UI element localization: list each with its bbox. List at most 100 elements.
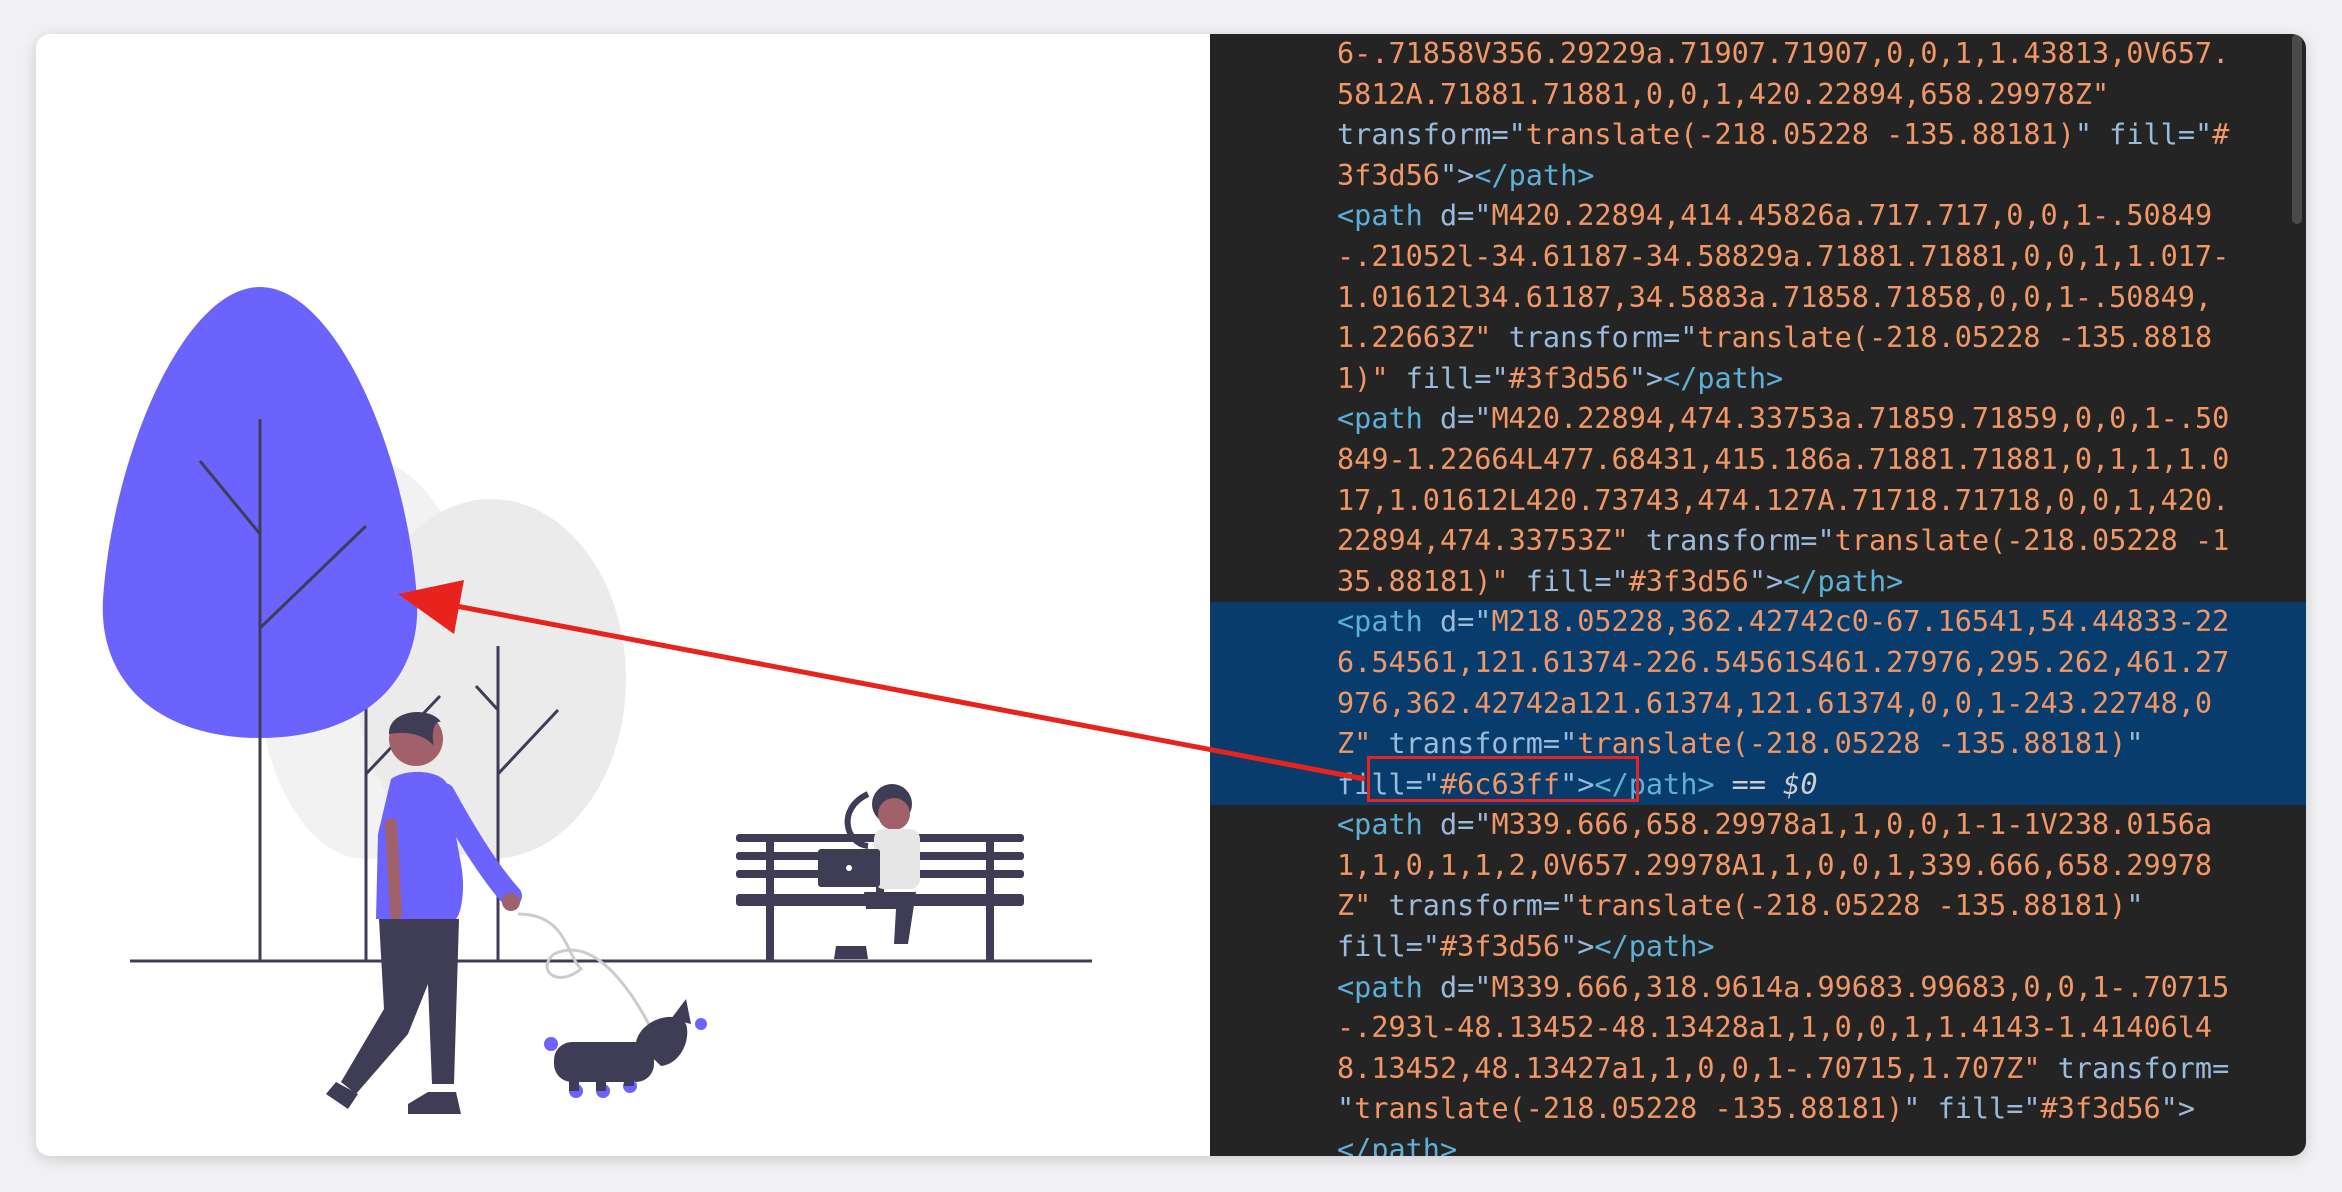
code-line[interactable]: "translate(-218.05228 -135.88181)" fill=… — [1337, 1089, 2288, 1130]
code-line[interactable]: 3f3d56"></path> — [1337, 156, 2288, 197]
code-value: translate(-218.05228 -135.88181) — [1577, 727, 2127, 761]
illustration-panel — [36, 34, 1210, 1156]
code-line[interactable]: 35.88181)" fill="#3f3d56"></path> — [1337, 562, 2288, 603]
code-view[interactable]: 6-.71858V356.29229a.71907.71907,0,0,1,1.… — [1210, 34, 2306, 1156]
code-value: 35.88181)" — [1337, 564, 1526, 598]
code-punctuation: =" — [1457, 970, 1492, 1004]
code-tag: <path — [1337, 199, 1440, 233]
code-tag: <path — [1337, 605, 1440, 639]
code-attribute: fill — [2109, 118, 2178, 152]
code-value: translate(-218.05228 -135.8818 — [1697, 321, 2213, 355]
code-tag: </path> — [1337, 1133, 1458, 1156]
dog-leash — [517, 912, 663, 1050]
code-value: 6.54561,121.61374-226.54561S461.27976,29… — [1337, 645, 2230, 679]
code-punctuation: =" — [2177, 118, 2213, 152]
code-line[interactable]: 1,1,0,1,1,2,0V657.29978A1,1,0,0,1,339.66… — [1337, 846, 2288, 887]
code-attribute: d — [1439, 199, 1458, 233]
code-tag: </path> — [1594, 930, 1715, 964]
code-tag: <path — [1337, 970, 1440, 1004]
code-line[interactable]: Z" transform="translate(-218.05228 -135.… — [1337, 886, 2288, 927]
dog — [544, 999, 707, 1098]
code-equals: == — [1714, 767, 1784, 801]
code-attribute: d — [1439, 970, 1458, 1004]
code-value: translate(-218.05228 -1 — [1834, 524, 2230, 558]
code-value: -.21052l-34.61187-34.58829a.71881.71881,… — [1337, 239, 2230, 273]
code-line[interactable]: 17,1.01612L420.73743,474.127A.71718.7171… — [1337, 481, 2288, 522]
code-variable: $0 — [1783, 767, 1818, 801]
code-punctuation: =" — [1457, 605, 1492, 639]
code-attribute: transform — [1645, 524, 1801, 558]
code-value: Z" — [1337, 889, 1389, 923]
code-punctuation: =" — [1663, 321, 1698, 355]
code-value: #3f3d56 — [1628, 564, 1749, 598]
code-value: 3f3d56 — [1337, 158, 1440, 192]
code-value: 976,362.42742a121.61374,121.61374,0,0,1-… — [1337, 686, 2213, 720]
park-illustration — [102, 287, 1092, 1114]
code-attribute: transform — [1388, 889, 1543, 923]
code-value: 6-.71858V356.29229a.71907.71907,0,0,1,1.… — [1337, 37, 2230, 70]
code-line[interactable]: <path d="M420.22894,474.33753a.71859.718… — [1337, 399, 2288, 440]
code-punctuation: " — [2126, 889, 2144, 923]
code-value: 8.13452,48.13427a1,1,0,0,1-.70715,1.707Z… — [1337, 1051, 2058, 1085]
code-line[interactable]: <path d="M339.666,318.9614a.99683.99683,… — [1337, 968, 2288, 1009]
code-attribute: transform — [1508, 321, 1664, 355]
code-line[interactable]: 5812A.71881.71881,0,0,1,420.22894,658.29… — [1337, 75, 2288, 116]
code-punctuation: =" — [1474, 361, 1509, 395]
code-punctuation: =" — [1457, 199, 1492, 233]
screenshot-frame: ••• 6-.71858V356.29229a.71907.71907,0,0,… — [36, 34, 2306, 1156]
code-line[interactable]: <path d="M218.05228,362.42742c0-67.16541… — [1210, 602, 2306, 643]
code-punctuation: =" — [1800, 524, 1835, 558]
code-attribute: fill — [1337, 930, 1406, 964]
code-punctuation: "> — [1748, 564, 1784, 598]
code-value: translate(-218.05228 -135.88181) — [1577, 889, 2127, 923]
code-line[interactable]: </path> — [1337, 1130, 2288, 1156]
code-line[interactable]: <path d="M339.666,658.29978a1,1,0,0,1-1-… — [1337, 805, 2288, 846]
code-value: translate(-218.05228 -135.88181) — [1525, 118, 2075, 152]
code-punctuation: "> — [2160, 1092, 2195, 1126]
scrollbar[interactable] — [2292, 34, 2302, 224]
code-line[interactable]: 6-.71858V356.29229a.71907.71907,0,0,1,1.… — [1337, 34, 2288, 75]
code-punctuation: =" — [1542, 889, 1578, 923]
code-value: M420.22894,414.45826a.717.717,0,0,1-.508… — [1491, 199, 2213, 233]
woman-on-bench — [818, 784, 920, 959]
code-attribute: transform — [2057, 1051, 2213, 1085]
code-line[interactable]: fill="#3f3d56"></path> — [1337, 927, 2288, 968]
code-line[interactable]: 1.01612l34.61187,34.5883a.71858.71858,0,… — [1337, 278, 2288, 319]
code-punctuation: "> — [1628, 361, 1664, 395]
code-punctuation: " — [1337, 1092, 1355, 1126]
code-line[interactable]: 976,362.42742a121.61374,121.61374,0,0,1-… — [1210, 683, 2306, 725]
code-line[interactable]: 6.54561,121.61374-226.54561S461.27976,29… — [1210, 642, 2306, 684]
code-line[interactable]: -.21052l-34.61187-34.58829a.71881.71881,… — [1337, 237, 2288, 278]
code-attribute: fill — [1937, 1092, 2007, 1126]
code-attribute: fill — [1525, 564, 1595, 598]
code-punctuation: =" — [1491, 118, 1526, 152]
code-punctuation: =" — [1457, 808, 1492, 842]
code-line[interactable]: transform="translate(-218.05228 -135.881… — [1337, 115, 2288, 156]
code-value: 849-1.22664L477.68431,415.186a.71881.718… — [1337, 442, 2230, 476]
code-punctuation: =" — [1405, 930, 1440, 964]
code-value: #3f3d56 — [1508, 361, 1629, 395]
code-line[interactable]: 1)" fill="#3f3d56"></path> — [1337, 359, 2288, 400]
code-line[interactable]: 8.13452,48.13427a1,1,0,0,1-.70715,1.707Z… — [1337, 1049, 2288, 1090]
code-line[interactable]: 849-1.22664L477.68431,415.186a.71881.718… — [1337, 440, 2288, 481]
devtools-elements-panel[interactable]: ••• 6-.71858V356.29229a.71907.71907,0,0,… — [1210, 34, 2306, 1156]
code-punctuation: "> — [1439, 158, 1475, 192]
code-value: M420.22894,474.33753a.71859.71859,0,0,1-… — [1491, 402, 2230, 436]
code-value: 1.01612l34.61187,34.5883a.71858.71858,0,… — [1337, 280, 2213, 314]
code-value: M339.666,318.9614a.99683.99683,0,0,1-.70… — [1491, 970, 2230, 1004]
code-line[interactable]: <path d="M420.22894,414.45826a.717.717,0… — [1337, 196, 2288, 237]
code-line[interactable]: -.293l-48.13452-48.13428a1,1,0,0,1,1.414… — [1337, 1008, 2288, 1049]
code-value: -.293l-48.13452-48.13428a1,1,0,0,1,1.414… — [1337, 1011, 2213, 1045]
code-line[interactable]: 1.22663Z" transform="translate(-218.0522… — [1337, 318, 2288, 359]
code-punctuation: " — [1903, 1092, 1938, 1126]
code-attribute: fill — [1405, 361, 1475, 395]
code-value: #3f3d56 — [1439, 930, 1561, 964]
code-punctuation: =" — [1594, 564, 1629, 598]
code-punctuation: =" — [1457, 402, 1492, 436]
code-value: # — [2212, 118, 2230, 152]
code-line[interactable]: 22894,474.33753Z" transform="translate(-… — [1337, 521, 2288, 562]
code-tag: <path — [1337, 402, 1440, 436]
code-tag: </path> — [1663, 361, 1784, 395]
code-punctuation: " — [2074, 118, 2110, 152]
code-value: #3f3d56 — [2040, 1092, 2161, 1126]
